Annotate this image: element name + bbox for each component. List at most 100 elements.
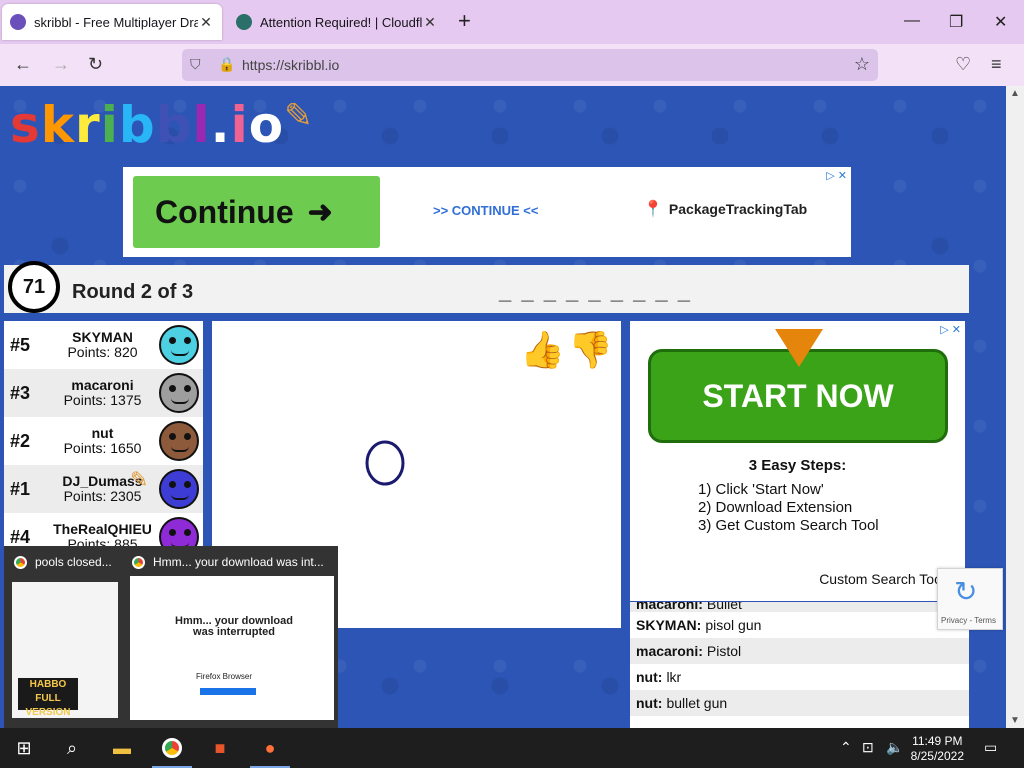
player-name: TheRealQHIEU xyxy=(53,521,152,537)
player-rank: #5 xyxy=(10,334,31,355)
cloudflare-favicon-icon xyxy=(236,14,252,30)
clock-date: 8/25/2022 xyxy=(910,749,964,763)
player-name: nut xyxy=(91,425,114,441)
clock[interactable]: 11:49 PM 8/25/2022 xyxy=(911,734,964,764)
arrow-right-icon: ➜ xyxy=(307,195,333,229)
pocket-icon[interactable]: ♡ xyxy=(955,54,971,74)
player-row[interactable]: #3 macaroni Points: 1375 xyxy=(4,369,203,417)
player-points: Points: 820 xyxy=(67,344,138,360)
player-row[interactable]: #1 DJ_Dumass Points: 2305 ✎ xyxy=(4,465,203,513)
player-list: #5 SKYMAN Points: 820 #3 macaroni Points: … xyxy=(4,321,203,561)
shield-icon[interactable]: ⛉ xyxy=(190,56,201,73)
timer-clock: 71 xyxy=(8,261,60,313)
notifications-icon[interactable]: ▭ xyxy=(984,739,997,756)
ad-steps-list: 1) Click 'Start Now' 2) Download Extensi… xyxy=(698,481,879,535)
recaptcha-terms[interactable]: Privacy - Terms xyxy=(941,616,996,625)
ad-continue-link[interactable]: >> CONTINUE << xyxy=(433,203,538,218)
close-window-icon[interactable]: ✕ xyxy=(994,12,1007,32)
browser-tab-strip: skribbl - Free Multiplayer Drawin ✕ Atte… xyxy=(0,0,1024,44)
scroll-up-icon[interactable]: ▲ xyxy=(1010,88,1020,99)
pencil-icon: ✎ xyxy=(284,96,314,136)
preview-firefox-label: Firefox Browser xyxy=(196,672,253,681)
right-advertisement[interactable]: START NOW 3 Easy Steps: 1) Click 'Start … xyxy=(630,321,965,601)
arrow-down-icon xyxy=(775,329,823,367)
drawing-pencil-icon: ✎ xyxy=(130,467,149,492)
volume-icon[interactable]: 🔈 xyxy=(886,739,903,756)
forward-icon[interactable]: → xyxy=(52,54,70,74)
chat-message: SKYMAN: pisol gun xyxy=(636,617,762,633)
lock-icon[interactable]: 🔒 xyxy=(218,56,235,73)
tab-close-icon[interactable]: ✕ xyxy=(422,14,438,31)
chrome-icon xyxy=(14,555,27,569)
player-row[interactable]: #5 SKYMAN Points: 820 xyxy=(4,321,203,369)
preview-heading: Hmm... your download was interrupted xyxy=(175,615,293,638)
avatar xyxy=(159,469,199,509)
chrome-icon xyxy=(132,555,145,569)
avatar xyxy=(159,373,199,413)
preview-thumbnail[interactable]: Hmm... your download was interrupted Fir… xyxy=(130,576,334,720)
recaptcha-icon: ↻ xyxy=(954,576,978,607)
ad-step: 2) Download Extension xyxy=(698,499,853,516)
ad-step: 1) Click 'Start Now' xyxy=(698,481,824,498)
player-rank: #4 xyxy=(10,526,31,547)
chat-message: macaroni: Bullet xyxy=(630,602,969,612)
maximize-icon[interactable]: ❐ xyxy=(949,12,963,32)
show-hidden-icons-icon[interactable]: ⌃ xyxy=(840,739,852,756)
ad-brand[interactable]: 📍 PackageTrackingTab xyxy=(643,199,807,219)
navigation-bar: ← → ↻ ⛉ 🔒 https://skribbl.io ☆ ♡ ≡ xyxy=(0,44,1024,86)
preview-tab[interactable]: pools closed... xyxy=(14,554,112,570)
menu-icon[interactable]: ≡ xyxy=(991,54,1002,74)
player-points: Points: 1375 xyxy=(63,392,142,408)
top-advertisement[interactable]: Continue ➜ >> CONTINUE << 📍 PackageTrackin… xyxy=(123,167,851,257)
chat-message: nut: bullet gun xyxy=(630,690,969,716)
player-name: macaroni xyxy=(71,377,134,393)
minimize-icon[interactable]: — xyxy=(904,12,920,30)
new-tab-button[interactable]: + xyxy=(458,10,471,32)
avatar xyxy=(159,421,199,461)
ad-steps-title: 3 Easy Steps: xyxy=(748,457,847,474)
tab-title: Attention Required! | Cloudflare xyxy=(260,14,422,30)
search-icon[interactable]: ⌕ xyxy=(60,736,84,760)
player-rank: #2 xyxy=(10,430,31,451)
back-icon[interactable]: ← xyxy=(14,54,32,74)
windows-start-icon[interactable]: ⊞ xyxy=(12,736,36,760)
office-icon[interactable]: ■ xyxy=(208,736,232,760)
player-points: Points: 1650 xyxy=(63,440,142,456)
address-bar[interactable]: ⛉ 🔒 https://skribbl.io ☆ xyxy=(182,49,878,81)
firefox-icon[interactable]: ● xyxy=(258,736,282,760)
avatar xyxy=(159,325,199,365)
adchoices-icon[interactable]: ▷ ✕ xyxy=(940,323,961,336)
skribbl-favicon-icon xyxy=(10,14,26,30)
bookmark-star-icon[interactable]: ☆ xyxy=(854,54,870,75)
recaptcha-badge[interactable]: ↻ Privacy - Terms xyxy=(937,568,1003,630)
ad-continue-button[interactable]: Continue ➜ xyxy=(133,176,380,248)
tab-skribbl[interactable]: skribbl - Free Multiplayer Drawin ✕ xyxy=(2,4,222,40)
preview-tab[interactable]: Hmm... your download was int... xyxy=(132,554,324,570)
ad-footer[interactable]: Custom Search Tool xyxy=(819,571,945,587)
player-row[interactable]: #2 nut Points: 1650 xyxy=(4,417,203,465)
file-explorer-icon[interactable]: ▬ xyxy=(110,736,134,760)
skribbl-logo: skribbl.io✎ xyxy=(10,96,314,154)
tab-close-icon[interactable]: ✕ xyxy=(198,14,214,31)
tab-cloudflare[interactable]: Attention Required! | Cloudflare ✕ xyxy=(228,4,446,40)
player-rank: #1 xyxy=(10,478,31,499)
reload-icon[interactable]: ↻ xyxy=(88,54,103,74)
network-icon[interactable]: ⊡ xyxy=(862,739,874,756)
chat-message: macaroni: Pistol xyxy=(630,638,969,664)
ad-step: 3) Get Custom Search Tool xyxy=(698,517,879,534)
preview-thumbnail[interactable]: HABBO FULL VERSION xyxy=(12,582,118,718)
adchoices-icon[interactable]: ▷ ✕ xyxy=(826,169,847,182)
chat-message: nut: lkr xyxy=(636,669,682,685)
round-header: 71 Round 2 of 3 _ _ _ _ _ _ _ _ _ xyxy=(4,261,969,313)
location-pin-icon: 📍 xyxy=(643,201,663,218)
clock-time: 11:49 PM xyxy=(912,734,963,748)
chat-box[interactable]: macaroni: Bullet SKYMAN: pisol gun macaron… xyxy=(630,602,969,728)
windows-taskbar: ⊞ ⌕ ▬ ■ ● ⌃ ⊡ 🔈 11:49 PM 8/25/2022 ▭ xyxy=(0,728,1024,768)
habbo-banner: HABBO FULL VERSION xyxy=(18,678,78,718)
url-text[interactable]: https://skribbl.io xyxy=(242,57,339,73)
page-scrollbar[interactable]: ▲ ▼ xyxy=(1006,86,1024,728)
round-label: Round 2 of 3 xyxy=(72,281,194,303)
timer-value: 71 xyxy=(22,275,46,298)
chrome-icon[interactable] xyxy=(160,736,184,760)
scroll-down-icon[interactable]: ▼ xyxy=(1010,715,1020,726)
